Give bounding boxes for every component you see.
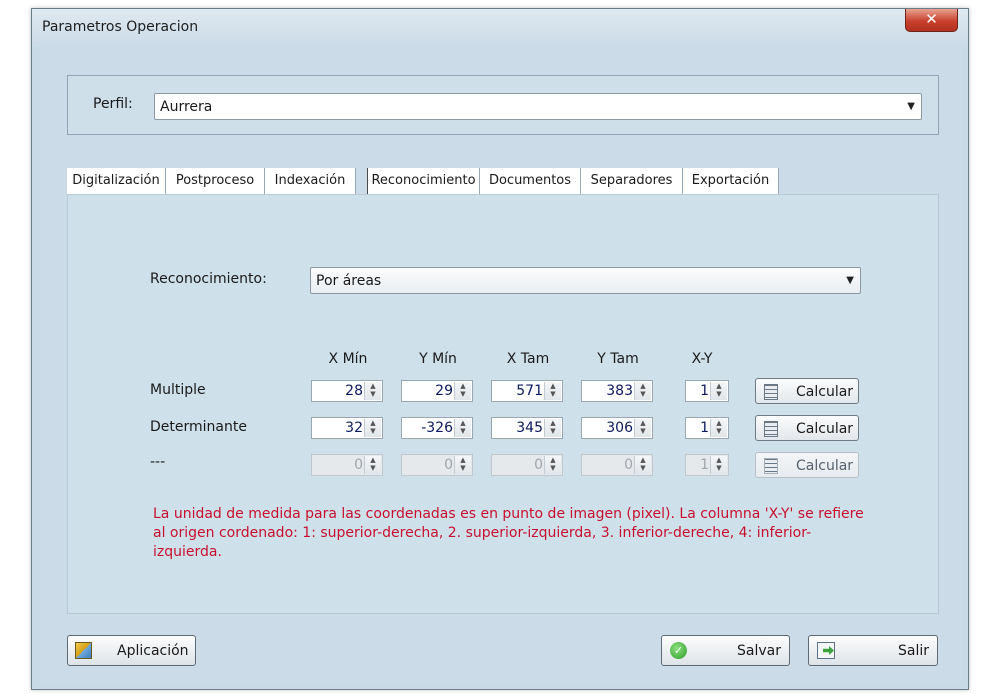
check-circle-icon: ✓	[670, 642, 687, 659]
spinner-arrows-icon: ▲ ▼	[544, 456, 561, 474]
empty-xmin-spinner: 0 ▲ ▼	[311, 454, 383, 476]
spinner-arrows-icon[interactable]: ▲ ▼	[710, 382, 727, 400]
coordinate-note: La unidad de medida para las coordenadas…	[153, 506, 864, 560]
application-settings-icon	[75, 642, 92, 659]
chevron-down-icon: ▼	[907, 101, 915, 112]
spinner-arrows-icon[interactable]: ▲ ▼	[364, 419, 381, 437]
spinner-value: 32	[345, 420, 363, 436]
tab-indexacion[interactable]: Indexación	[265, 168, 356, 194]
title-bar: Parametros Operacion ✕	[32, 9, 968, 47]
empty-ymin-spinner: 0 ▲ ▼	[401, 454, 473, 476]
spinner-arrows-icon[interactable]: ▲ ▼	[710, 419, 727, 437]
tab-separadores[interactable]: Separadores	[581, 168, 683, 194]
spinner-value: 306	[606, 420, 633, 436]
spinner-arrows-icon: ▲ ▼	[710, 456, 727, 474]
window-title: Parametros Operacion	[42, 19, 199, 35]
spinner-arrows-icon[interactable]: ▲ ▼	[544, 419, 561, 437]
determinante-xy-spinner[interactable]: 1 ▲ ▼	[685, 417, 729, 439]
multiple-calcular-button[interactable]: Calcular	[755, 378, 859, 404]
exit-label: Salir	[897, 643, 929, 659]
multiple-xmin-spinner[interactable]: 28 ▲ ▼	[311, 380, 383, 402]
spinner-arrows-icon[interactable]: ▲ ▼	[634, 382, 651, 400]
spinner-value: 345	[516, 420, 543, 436]
chevron-down-icon: ▼	[846, 275, 854, 286]
row-label-empty: ---	[150, 454, 166, 470]
multiple-ymin-spinner[interactable]: 29 ▲ ▼	[401, 380, 473, 402]
aplicacion-button[interactable]: Aplicación	[67, 635, 196, 666]
aplicacion-label: Aplicación	[117, 643, 189, 659]
spinner-value: 0	[534, 457, 543, 473]
close-icon: ✕	[925, 10, 938, 28]
tab-digitalizacion[interactable]: Digitalización	[67, 168, 166, 194]
spinner-value: 0	[624, 457, 633, 473]
spinner-value: 28	[345, 383, 363, 399]
determinante-ymin-spinner[interactable]: -326 ▲ ▼	[401, 417, 473, 439]
column-header-xtam: X Tam	[506, 351, 550, 367]
tab-strip: Digitalización Postproceso Indexación Re…	[67, 168, 939, 194]
tab-exportacion[interactable]: Exportación	[683, 168, 779, 194]
profile-label: Perfil:	[93, 96, 133, 112]
spinner-arrows-icon[interactable]: ▲ ▼	[454, 419, 471, 437]
spinner-arrows-icon: ▲ ▼	[364, 456, 381, 474]
empty-xtam-spinner: 0 ▲ ▼	[491, 454, 563, 476]
profile-group: Perfil: Aurrera ▼	[67, 75, 939, 135]
reconocimiento-panel: Reconocimiento: Por áreas ▼ X Mín Y Mín …	[67, 194, 939, 614]
tab-documentos[interactable]: Documentos	[480, 168, 581, 194]
empty-ytam-spinner: 0 ▲ ▼	[581, 454, 653, 476]
calculator-icon	[764, 458, 778, 474]
save-button[interactable]: ✓ Salvar	[661, 635, 790, 666]
column-header-ytam: Y Tam	[597, 351, 639, 367]
calcular-label: Calcular	[796, 421, 854, 437]
spinner-arrows-icon: ▲ ▼	[454, 456, 471, 474]
recognition-select[interactable]: Por áreas ▼	[310, 267, 861, 294]
spinner-arrows-icon[interactable]: ▲ ▼	[364, 382, 381, 400]
recognition-value: Por áreas	[316, 273, 382, 289]
save-label: Salvar	[737, 643, 781, 659]
spinner-arrows-icon[interactable]: ▲ ▼	[454, 382, 471, 400]
spinner-value: 1	[700, 383, 709, 399]
calcular-label: Calcular	[796, 384, 854, 400]
calcular-label: Calcular	[796, 458, 854, 474]
client-area: Perfil: Aurrera ▼ Digitalización Postpro…	[40, 47, 962, 683]
calculator-icon	[764, 421, 778, 437]
determinante-xmin-spinner[interactable]: 32 ▲ ▼	[311, 417, 383, 439]
spinner-value: 29	[435, 383, 453, 399]
column-header-xmin: X Mín	[328, 351, 368, 367]
determinante-xtam-spinner[interactable]: 345 ▲ ▼	[491, 417, 563, 439]
tab-postproceso[interactable]: Postproceso	[166, 168, 265, 194]
spinner-value: 1	[700, 457, 709, 473]
exit-button[interactable]: Salir	[808, 635, 938, 666]
recognition-label: Reconocimiento:	[150, 271, 267, 287]
tab-reconocimiento[interactable]: Reconocimiento	[367, 168, 480, 194]
profile-select[interactable]: Aurrera ▼	[154, 93, 922, 120]
spinner-arrows-icon: ▲ ▼	[634, 456, 651, 474]
spinner-value: 571	[516, 383, 543, 399]
empty-xy-spinner: 1 ▲ ▼	[685, 454, 729, 476]
multiple-xtam-spinner[interactable]: 571 ▲ ▼	[491, 380, 563, 402]
determinante-ytam-spinner[interactable]: 306 ▲ ▼	[581, 417, 653, 439]
calculator-icon	[764, 384, 778, 400]
column-header-xy: X-Y	[691, 351, 713, 367]
spinner-arrows-icon[interactable]: ▲ ▼	[544, 382, 561, 400]
empty-calcular-button: Calcular	[755, 452, 859, 478]
spinner-value: -326	[421, 420, 453, 436]
multiple-ytam-spinner[interactable]: 383 ▲ ▼	[581, 380, 653, 402]
spinner-arrows-icon[interactable]: ▲ ▼	[634, 419, 651, 437]
exit-door-icon	[817, 642, 835, 659]
column-header-ymin: Y Mín	[419, 351, 457, 367]
parametros-window: Parametros Operacion ✕ Perfil: Aurrera ▼…	[31, 8, 969, 690]
row-label-determinante: Determinante	[150, 419, 247, 435]
determinante-calcular-button[interactable]: Calcular	[755, 415, 859, 441]
multiple-xy-spinner[interactable]: 1 ▲ ▼	[685, 380, 729, 402]
row-label-multiple: Multiple	[150, 382, 206, 398]
spinner-value: 1	[700, 420, 709, 436]
spinner-value: 0	[444, 457, 453, 473]
profile-value: Aurrera	[160, 99, 213, 115]
close-button[interactable]: ✕	[905, 9, 958, 32]
spinner-value: 0	[354, 457, 363, 473]
spinner-value: 383	[606, 383, 633, 399]
